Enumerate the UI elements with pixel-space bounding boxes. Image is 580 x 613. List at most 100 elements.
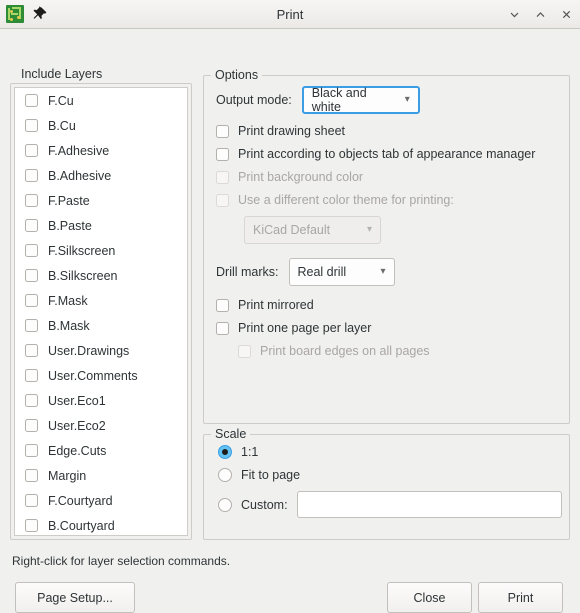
options-title: Options <box>211 68 263 82</box>
scale-radio-fit[interactable] <box>218 468 232 482</box>
layer-item-b-courtyard[interactable]: B.Courtyard <box>15 513 187 535</box>
print-one-page-per-layer-label: Print one page per layer <box>238 321 372 335</box>
use-different-theme-row: Use a different color theme for printing… <box>216 193 557 207</box>
print-drawing-sheet-checkbox[interactable] <box>216 124 229 138</box>
print-background-color-checkbox <box>216 170 229 184</box>
layer-label: User.Eco2 <box>48 418 106 433</box>
scale-radio-1to1[interactable] <box>218 445 232 459</box>
layer-item-b-cu[interactable]: B.Cu <box>15 113 187 138</box>
layer-checkbox[interactable] <box>25 319 38 332</box>
layer-item-f-courtyard[interactable]: F.Courtyard <box>15 488 187 513</box>
print-button[interactable]: Print <box>478 582 563 613</box>
output-mode-select[interactable]: Black and white ▾ <box>301 86 420 114</box>
title-bar: Print <box>0 0 580 29</box>
window-controls <box>506 6 574 22</box>
scale-option-fit-row[interactable]: Fit to page <box>218 468 569 482</box>
layer-label: B.Paste <box>48 218 92 233</box>
layer-item-f-paste[interactable]: F.Paste <box>15 188 187 213</box>
scale-radio-custom[interactable] <box>218 497 232 512</box>
close-dialog-button[interactable]: Close <box>387 582 472 613</box>
layer-label: B.Silkscreen <box>48 268 118 283</box>
print-one-page-per-layer-checkbox[interactable] <box>216 321 229 335</box>
layer-checkbox[interactable] <box>25 469 38 482</box>
layer-checkbox[interactable] <box>25 394 38 407</box>
print-according-objects-checkbox[interactable] <box>216 147 229 161</box>
layer-checkbox[interactable] <box>25 369 38 382</box>
layer-item-f-silkscreen[interactable]: F.Silkscreen <box>15 238 187 263</box>
chevron-up-icon <box>536 11 544 17</box>
layer-checkbox[interactable] <box>25 494 38 507</box>
layer-label: F.Mask <box>48 293 88 308</box>
layer-item-margin[interactable]: Margin <box>15 463 187 488</box>
layer-checkbox[interactable] <box>25 344 38 357</box>
layer-checkbox[interactable] <box>25 119 38 132</box>
layer-label: F.Silkscreen <box>48 243 116 258</box>
options-group: Options Output mode: Black and white ▾ P… <box>203 68 570 424</box>
layer-item-f-mask[interactable]: F.Mask <box>15 288 187 313</box>
page-setup-button[interactable]: Page Setup... <box>15 582 135 613</box>
print-board-edges-checkbox <box>238 344 251 358</box>
layer-checkbox[interactable] <box>25 444 38 457</box>
layer-item-user-eco2[interactable]: User.Eco2 <box>15 413 187 438</box>
print-board-edges-label: Print board edges on all pages <box>260 344 430 358</box>
layer-item-edge-cuts[interactable]: Edge.Cuts <box>15 438 187 463</box>
scale-option-1to1-row[interactable]: 1:1 <box>218 445 569 459</box>
dialog-body: Include Layers F.Cu B.Cu F.Adhesive B.Ad… <box>0 29 580 613</box>
minimize-button[interactable] <box>506 6 522 22</box>
layer-list[interactable]: F.Cu B.Cu F.Adhesive B.Adhesive F.Paste … <box>14 87 188 536</box>
print-according-objects-row[interactable]: Print according to objects tab of appear… <box>216 147 557 161</box>
layer-item-b-paste[interactable]: B.Paste <box>15 213 187 238</box>
layer-checkbox[interactable] <box>25 219 38 232</box>
print-mirrored-row[interactable]: Print mirrored <box>216 298 557 312</box>
layer-checkbox[interactable] <box>25 419 38 432</box>
layer-item-f-cu[interactable]: F.Cu <box>15 88 187 113</box>
print-drawing-sheet-row[interactable]: Print drawing sheet <box>216 124 557 138</box>
maximize-button[interactable] <box>532 6 548 22</box>
layer-checkbox[interactable] <box>25 94 38 107</box>
layer-checkbox[interactable] <box>25 244 38 257</box>
layer-label: F.Courtyard <box>48 493 113 508</box>
title-bar-left <box>6 5 48 23</box>
include-layers-title: Include Layers <box>17 67 107 81</box>
layer-item-user-drawings[interactable]: User.Drawings <box>15 338 187 363</box>
layer-label: B.Adhesive <box>48 168 112 183</box>
layer-item-f-adhesive[interactable]: F.Adhesive <box>15 138 187 163</box>
print-mirrored-checkbox[interactable] <box>216 298 229 312</box>
scale-content: 1:1 Fit to page Custom: <box>204 435 569 518</box>
layer-checkbox[interactable] <box>25 144 38 157</box>
layer-label: Margin <box>48 468 87 483</box>
chevron-down-icon <box>510 12 518 17</box>
drill-marks-row: Drill marks: Real drill ▾ <box>216 258 557 286</box>
pin-icon[interactable] <box>32 6 48 22</box>
layer-item-user-comments[interactable]: User.Comments <box>15 363 187 388</box>
scale-custom-input[interactable] <box>296 491 562 518</box>
layer-checkbox[interactable] <box>25 269 38 282</box>
options-content: Output mode: Black and white ▾ Print dra… <box>204 76 569 358</box>
layer-checkbox[interactable] <box>25 519 38 532</box>
layer-label: B.Cu <box>48 118 76 133</box>
print-one-page-per-layer-row[interactable]: Print one page per layer <box>216 321 557 335</box>
layer-checkbox[interactable] <box>25 169 38 182</box>
layer-item-b-mask[interactable]: B.Mask <box>15 313 187 338</box>
use-different-theme-checkbox <box>216 193 229 207</box>
pcb-board-icon <box>6 5 24 23</box>
layer-item-b-adhesive[interactable]: B.Adhesive <box>15 163 187 188</box>
scale-option-custom-row[interactable]: Custom: <box>218 491 569 518</box>
color-theme-select: KiCad Default ▾ <box>244 216 381 244</box>
scale-label-1to1: 1:1 <box>241 445 259 459</box>
scale-label-custom: Custom: <box>241 497 288 512</box>
close-button[interactable] <box>558 6 574 22</box>
window-title: Print <box>276 6 304 22</box>
layer-selection-hint: Right-click for layer selection commands… <box>12 554 231 568</box>
theme-select-row: KiCad Default ▾ <box>216 216 557 244</box>
layer-label: Edge.Cuts <box>48 443 107 458</box>
scale-title: Scale <box>211 427 251 441</box>
layer-item-user-eco1[interactable]: User.Eco1 <box>15 388 187 413</box>
layer-label: User.Eco1 <box>48 393 106 408</box>
scale-group: Scale 1:1 Fit to page Custom: <box>203 427 570 540</box>
close-icon <box>562 10 570 18</box>
layer-checkbox[interactable] <box>25 294 38 307</box>
layer-item-b-silkscreen[interactable]: B.Silkscreen <box>15 263 187 288</box>
layer-checkbox[interactable] <box>25 194 38 207</box>
drill-marks-select[interactable]: Real drill ▾ <box>288 258 395 286</box>
